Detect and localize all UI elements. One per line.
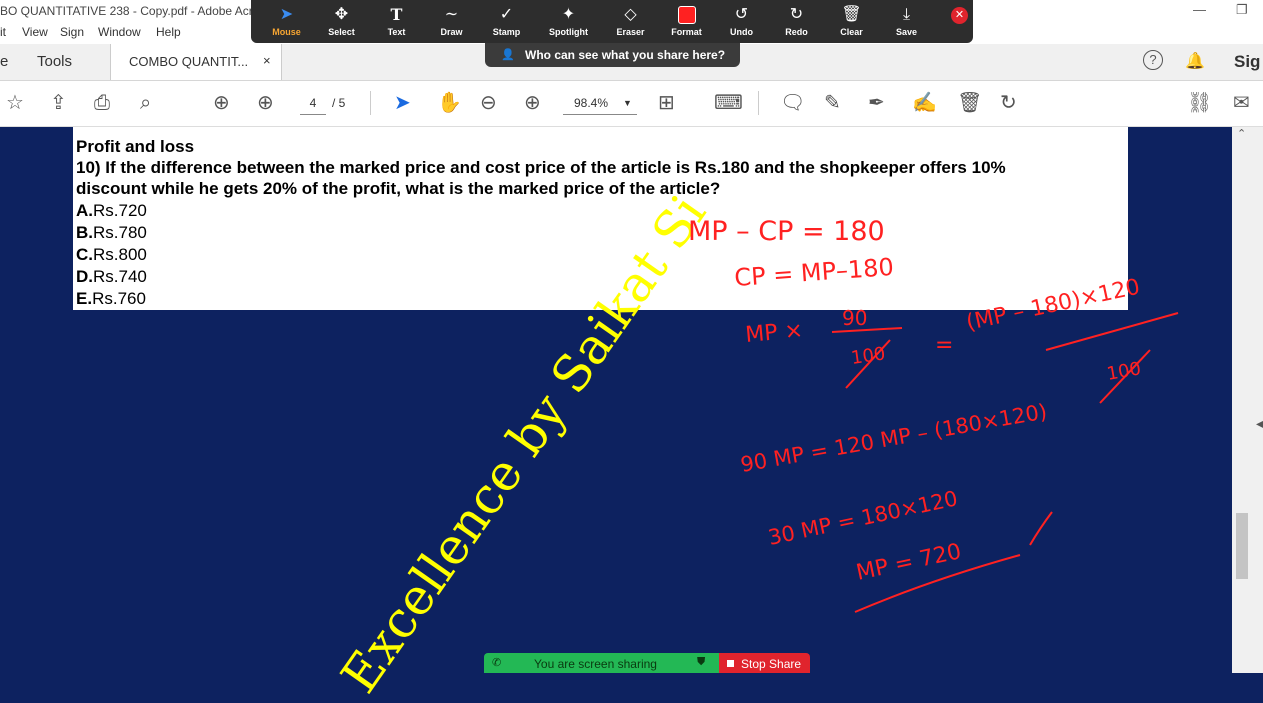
undo-button[interactable]: ↺ Undo — [714, 0, 769, 43]
menu-help[interactable]: Help — [156, 25, 181, 39]
spotlight-icon: ✦ — [561, 6, 576, 23]
bell-icon[interactable]: 🔔 — [1185, 51, 1205, 71]
redo-button[interactable]: ↻ Redo — [769, 0, 824, 43]
stamp-button[interactable]: ✓ Stamp — [479, 0, 534, 43]
page-number-input[interactable]: 4 — [300, 92, 326, 115]
option-d: D.Rs.740 — [76, 267, 147, 286]
save-button[interactable]: ⤓ Save — [879, 0, 934, 43]
hw-answer: MP = 720 — [854, 539, 964, 586]
hw-mp-times: MP × — [744, 318, 804, 348]
question-line-1: 10) If the difference between the marked… — [76, 158, 1006, 177]
trash-icon: 🗑 — [841, 6, 862, 23]
squiggle-icon: ∼ — [444, 6, 459, 23]
zoom-search-icon[interactable]: ⌕ — [140, 93, 151, 113]
arrow-cursor-icon: ➤ — [279, 6, 294, 23]
draw-icon[interactable]: ✒ — [868, 93, 885, 113]
select-cursor-icon[interactable]: ➤ — [394, 93, 411, 113]
window-title: BO QUANTITATIVE 238 - Copy.pdf - Adobe A… — [0, 4, 260, 18]
keyboard-icon[interactable]: ⌨ — [714, 93, 743, 113]
undo-icon: ↺ — [734, 6, 749, 23]
move-icon: ✥ — [334, 6, 349, 23]
zoom-value: 98.4% — [574, 96, 609, 110]
comment-icon[interactable]: 🗨 — [780, 93, 805, 113]
question-line-2: discount while he gets 20% of the profit… — [76, 179, 721, 198]
mail-icon[interactable]: ✉ — [1233, 93, 1250, 113]
mouse-button[interactable]: ➤ Mouse — [259, 0, 314, 43]
rotate-icon[interactable]: ↻ — [1000, 93, 1017, 113]
fit-page-icon[interactable]: ⊞ — [658, 93, 675, 113]
tab-close-icon[interactable]: × — [263, 53, 271, 68]
redo-icon: ↻ — [789, 6, 804, 23]
section-heading: Profit and loss — [76, 137, 195, 156]
delete-icon[interactable]: 🗑 — [957, 93, 982, 113]
tab-home-stub[interactable]: e — [0, 53, 8, 70]
stop-share-label: Stop Share — [741, 657, 802, 671]
hw-line-5: 30 MP = 180×120 — [766, 486, 960, 550]
chevron-down-icon: ▼ — [623, 98, 632, 108]
hand-icon[interactable]: ✋ — [437, 93, 462, 113]
stop-square-icon — [727, 660, 734, 667]
print-icon[interactable]: ⎙ — [94, 93, 110, 113]
format-icon — [659, 6, 714, 29]
text-icon: T — [390, 5, 403, 24]
tab-tools[interactable]: Tools — [37, 53, 72, 70]
checkmark-icon: ✓ — [499, 6, 514, 23]
menu-sign[interactable]: Sign — [60, 25, 84, 39]
zoom-select[interactable]: 98.4% ▼ — [563, 92, 637, 115]
menu-window[interactable]: Window — [98, 25, 141, 39]
clear-button[interactable]: 🗑 Clear — [824, 0, 879, 43]
zoom-out-icon[interactable]: ⊖ — [480, 93, 497, 113]
option-a: A.Rs.720 — [76, 201, 147, 220]
phone-icon: ✆ — [492, 657, 502, 669]
people-icon: 👤 — [501, 49, 515, 61]
edit-icon[interactable]: ✍ — [912, 93, 937, 113]
hw-hundred-1: 100 — [850, 343, 887, 369]
who-can-see-banner[interactable]: 👤 Who can see what you share here? — [485, 43, 740, 67]
eraser-button[interactable]: ◇ Eraser — [603, 0, 658, 43]
hw-hundred-2: 100 — [1105, 358, 1142, 385]
save-icon: ⤓ — [902, 6, 911, 23]
cloud-upload-icon[interactable]: ⇪ — [50, 93, 67, 113]
eraser-icon: ◇ — [624, 6, 637, 23]
menu-edit[interactable]: it — [0, 25, 6, 39]
page-total: / 5 — [332, 96, 346, 110]
menu-view[interactable]: View — [22, 25, 48, 39]
select-button[interactable]: ✥ Select — [314, 0, 369, 43]
restore-icon[interactable]: ❐ — [1236, 2, 1248, 18]
option-c: C.Rs.800 — [76, 245, 147, 264]
hw-line-4: 90 MP = 120 MP – (180×120) — [739, 399, 1049, 477]
shield-icon: ⛊ — [697, 656, 706, 668]
page-up-icon[interactable]: ⊕ — [213, 93, 230, 113]
stop-share-button[interactable]: Stop Share — [719, 653, 810, 673]
close-icon[interactable]: ✕ — [951, 7, 968, 24]
link-icon[interactable]: ⛓ — [1187, 93, 1212, 113]
page-down-icon[interactable]: ⊕ — [257, 93, 274, 113]
spotlight-button[interactable]: ✦ Spotlight — [541, 0, 596, 43]
screen-sharing-status: You are screen sharing — [534, 657, 657, 671]
star-icon[interactable]: ☆ — [6, 93, 24, 113]
help-icon[interactable]: ? — [1143, 50, 1163, 70]
tab-document[interactable]: COMBO QUANTIT... × — [110, 44, 282, 80]
hw-equals: = — [935, 333, 953, 358]
option-b: B.Rs.780 — [76, 223, 147, 242]
scroll-up-icon[interactable]: ⌃ — [1237, 127, 1246, 140]
who-can-see-text: Who can see what you share here? — [525, 48, 726, 62]
option-e: E.Rs.760 — [76, 289, 146, 308]
sign-in-label[interactable]: Sig — [1234, 52, 1260, 72]
highlight-icon[interactable]: ✎ — [824, 93, 841, 113]
text-button[interactable]: T Text — [369, 0, 424, 43]
minimize-icon[interactable]: — — [1193, 2, 1206, 17]
screen-sharing-bar: ✆ You are screen sharing ⛊ — [484, 653, 719, 673]
scrollbar[interactable]: ⌃ ◀ — [1232, 127, 1263, 673]
zoom-in-icon[interactable]: ⊕ — [524, 93, 541, 113]
toolbar-divider — [758, 91, 759, 115]
tab-document-label: COMBO QUANTIT... — [129, 54, 249, 69]
toolbar-divider — [370, 91, 371, 115]
panel-toggle-icon[interactable]: ◀ — [1256, 419, 1263, 430]
draw-button[interactable]: ∼ Draw — [424, 0, 479, 43]
scroll-thumb[interactable] — [1236, 513, 1248, 579]
format-button[interactable]: Format — [659, 0, 714, 43]
zoom-annotation-toolbar: ➤ Mouse ✥ Select T Text ∼ Draw ✓ Stamp ✦ Spotl… — [251, 0, 973, 43]
